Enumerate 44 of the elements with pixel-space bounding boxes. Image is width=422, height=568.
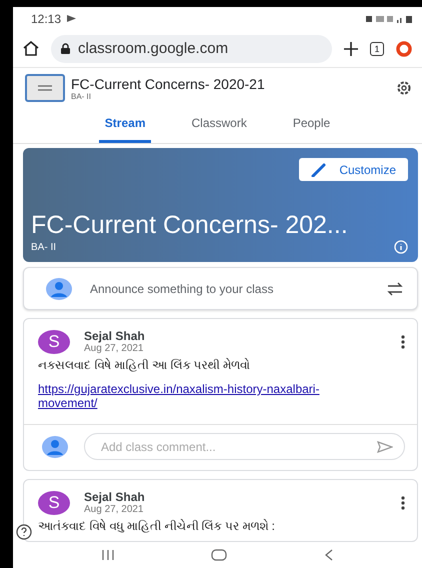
author-avatar: S — [38, 330, 70, 354]
help-icon[interactable] — [16, 524, 32, 540]
back-icon[interactable] — [325, 549, 334, 561]
recent-apps-icon[interactable] — [102, 550, 114, 560]
class-subtitle: BA- II — [71, 92, 92, 100]
avatar-icon — [42, 436, 68, 458]
repost-icon[interactable] — [387, 282, 403, 296]
send-icon[interactable] — [377, 441, 393, 453]
banner-title: FC-Current Concerns- 202... — [31, 211, 349, 240]
url-text: classroom.google.com — [78, 40, 228, 57]
status-icons-drawing — [366, 14, 412, 22]
settings-icon[interactable] — [396, 80, 412, 96]
menu-button[interactable] — [25, 74, 65, 102]
announce-card[interactable]: Announce something to your class — [23, 267, 418, 310]
avatar-icon — [46, 278, 72, 300]
plus-icon[interactable] — [344, 42, 358, 56]
play-icon — [67, 15, 76, 22]
author-avatar: S — [38, 490, 70, 514]
announce-placeholder: Announce something to your class — [90, 282, 274, 296]
home-icon[interactable] — [23, 41, 39, 56]
more-icon[interactable] — [401, 496, 405, 510]
comment-field[interactable]: Add class comment... — [84, 433, 405, 460]
more-icon[interactable] — [401, 334, 405, 348]
author-name: Sejal Shah — [84, 490, 146, 504]
address-bar[interactable]: classroom.google.com — [51, 34, 332, 62]
tab[interactable]: People — [286, 112, 336, 143]
post-date: Aug 27, 2021 — [84, 343, 144, 354]
status-time: 12:13 — [31, 12, 62, 26]
pencil-icon — [311, 162, 328, 176]
tab[interactable]: Stream — [98, 112, 152, 143]
banner-subtitle: BA- II — [31, 242, 56, 252]
class-title: FC-Current Concerns- 2020-21 — [71, 76, 266, 92]
lock-icon — [61, 43, 70, 54]
post-link[interactable]: https://gujaratexclusive.in/naxalism-history-naxalbari-movement/ — [38, 382, 338, 410]
post-date: Aug 27, 2021 — [84, 504, 144, 515]
customize-button[interactable]: Customize — [299, 158, 408, 181]
tab-count[interactable]: 1 — [370, 42, 384, 56]
author-name: Sejal Shah — [84, 329, 146, 343]
info-icon[interactable] — [394, 240, 408, 254]
tab[interactable]: Classwork — [185, 112, 253, 143]
menu-icon — [38, 85, 52, 91]
circle-icon[interactable] — [396, 40, 412, 56]
post-text: નકસલવાદ વિષે માહિતી આ લિંક પરથી મેળવો — [38, 358, 252, 372]
post-text: આતંકવાદ વિષે વધુ માહિતી નીચેની લિંક પર મળશે : — [38, 519, 276, 533]
